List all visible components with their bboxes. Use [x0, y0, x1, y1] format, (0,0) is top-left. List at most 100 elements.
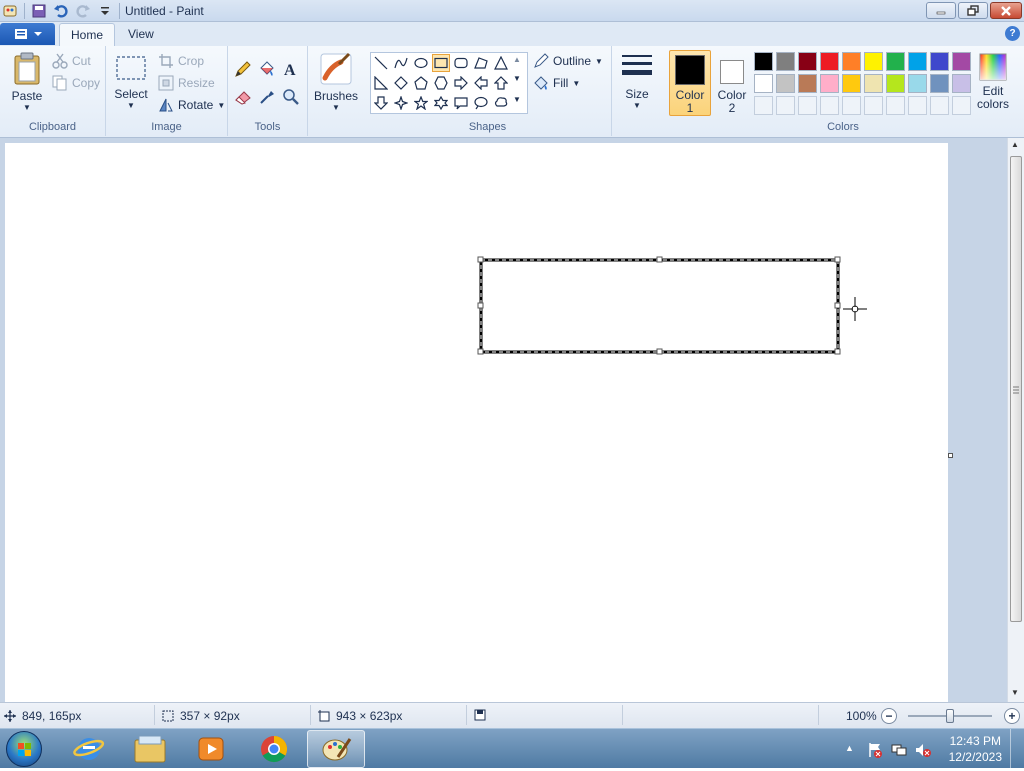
resize-handle[interactable]	[834, 348, 841, 355]
color1-button[interactable]: Color 1	[669, 50, 711, 116]
show-hidden-icons[interactable]: ▲	[845, 743, 854, 753]
taskbar-file-explorer[interactable]	[121, 730, 179, 768]
oval-callout-shape-icon[interactable]	[472, 94, 490, 112]
scroll-up-icon[interactable]: ▲	[1011, 140, 1019, 149]
drawing-canvas[interactable]	[5, 143, 948, 702]
zoom-slider-thumb[interactable]	[946, 709, 954, 723]
zoom-in-button[interactable]: +	[1004, 708, 1020, 724]
restore-button[interactable]	[958, 2, 988, 19]
resize-handle[interactable]	[477, 348, 484, 355]
customize-qat-icon[interactable]	[97, 3, 113, 19]
shapes-scroll-up-icon[interactable]: ▲	[513, 55, 521, 64]
palette-color-swatch[interactable]	[842, 96, 861, 115]
drawn-rectangle[interactable]	[479, 258, 840, 354]
palette-color-swatch[interactable]	[930, 52, 949, 71]
palette-color-swatch[interactable]	[754, 52, 773, 71]
palette-color-swatch[interactable]	[886, 74, 905, 93]
fill-button[interactable]: Fill ▼	[533, 75, 580, 91]
palette-color-swatch[interactable]	[820, 74, 839, 93]
paste-button[interactable]: Paste ▼	[8, 52, 46, 112]
cloud-callout-shape-icon[interactable]	[492, 94, 510, 112]
palette-color-swatch[interactable]	[776, 74, 795, 93]
resize-handle[interactable]	[834, 302, 841, 309]
network-icon[interactable]	[890, 741, 908, 759]
palette-color-swatch[interactable]	[842, 74, 861, 93]
palette-color-swatch[interactable]	[886, 96, 905, 115]
resize-button[interactable]: Resize	[158, 75, 215, 91]
taskbar-media-player[interactable]	[182, 730, 240, 768]
palette-color-swatch[interactable]	[754, 74, 773, 93]
crop-button[interactable]: Crop	[158, 53, 204, 69]
canvas-resize-handle[interactable]	[948, 453, 953, 458]
resize-handle[interactable]	[477, 302, 484, 309]
resize-handle[interactable]	[656, 256, 663, 263]
palette-color-swatch[interactable]	[930, 96, 949, 115]
palette-color-swatch[interactable]	[886, 52, 905, 71]
eraser-icon[interactable]	[233, 87, 253, 107]
palette-color-swatch[interactable]	[952, 96, 971, 115]
rectangular-callout-shape-icon[interactable]	[452, 94, 470, 112]
color2-button[interactable]: Color 2	[713, 50, 751, 116]
pentagon-shape-icon[interactable]	[412, 74, 430, 92]
four-point-star-shape-icon[interactable]	[392, 94, 410, 112]
palette-color-swatch[interactable]	[776, 52, 795, 71]
minimize-button[interactable]	[926, 2, 956, 19]
down-arrow-shape-icon[interactable]	[372, 94, 390, 112]
palette-color-swatch[interactable]	[864, 74, 883, 93]
paint-app-icon[interactable]	[2, 3, 18, 19]
palette-color-swatch[interactable]	[908, 74, 927, 93]
pencil-icon[interactable]	[233, 59, 253, 79]
resize-handle[interactable]	[656, 348, 663, 355]
shapes-scroll-down-icon[interactable]: ▼	[513, 74, 521, 83]
taskbar-paint[interactable]	[307, 730, 365, 768]
palette-color-swatch[interactable]	[798, 74, 817, 93]
outline-button[interactable]: Outline ▼	[533, 53, 603, 69]
scroll-down-icon[interactable]: ▼	[1011, 688, 1019, 697]
help-icon[interactable]: ?	[1005, 26, 1020, 41]
six-point-star-shape-icon[interactable]	[432, 94, 450, 112]
triangle-shape-icon[interactable]	[492, 54, 510, 72]
color-picker-icon[interactable]	[257, 87, 277, 107]
show-desktop-button[interactable]	[1010, 729, 1024, 769]
paint-menu-button[interactable]	[0, 23, 55, 45]
brushes-button[interactable]: Brushes ▼	[313, 52, 359, 112]
volume-muted-icon[interactable]	[914, 741, 932, 759]
scrollbar-thumb[interactable]	[1010, 156, 1022, 622]
up-arrow-shape-icon[interactable]	[492, 74, 510, 92]
palette-color-swatch[interactable]	[864, 52, 883, 71]
shapes-more-icon[interactable]: ▼	[513, 95, 521, 104]
taskbar-chrome[interactable]	[245, 730, 303, 768]
palette-color-swatch[interactable]	[930, 74, 949, 93]
five-point-star-shape-icon[interactable]	[412, 94, 430, 112]
close-button[interactable]	[990, 2, 1022, 19]
left-arrow-shape-icon[interactable]	[472, 74, 490, 92]
resize-handle[interactable]	[834, 256, 841, 263]
diamond-shape-icon[interactable]	[392, 74, 410, 92]
rotate-button[interactable]: Rotate ▼	[158, 97, 225, 113]
right-arrow-shape-icon[interactable]	[452, 74, 470, 92]
right-triangle-shape-icon[interactable]	[372, 74, 390, 92]
rectangle-shape-icon[interactable]	[432, 54, 450, 72]
zoom-out-button[interactable]: −	[881, 708, 897, 724]
palette-color-swatch[interactable]	[820, 52, 839, 71]
size-button[interactable]: Size ▼	[618, 52, 656, 110]
copy-button[interactable]: Copy	[52, 75, 100, 91]
palette-color-swatch[interactable]	[908, 96, 927, 115]
edit-colors-button[interactable]: Edit colors	[975, 52, 1011, 116]
magnifier-icon[interactable]	[281, 87, 301, 107]
start-button[interactable]	[6, 731, 42, 767]
redo-icon[interactable]	[75, 3, 91, 19]
rounded-rectangle-shape-icon[interactable]	[452, 54, 470, 72]
cut-button[interactable]: Cut	[52, 53, 91, 69]
hexagon-shape-icon[interactable]	[432, 74, 450, 92]
select-button[interactable]: Select ▼	[114, 54, 148, 110]
save-icon[interactable]	[31, 3, 47, 19]
line-shape-icon[interactable]	[372, 54, 390, 72]
palette-color-swatch[interactable]	[798, 52, 817, 71]
undo-icon[interactable]	[53, 3, 69, 19]
system-clock[interactable]: 12:43 PM 12/2/2023	[949, 733, 1002, 765]
palette-color-swatch[interactable]	[908, 52, 927, 71]
action-center-icon[interactable]	[866, 741, 884, 759]
palette-color-swatch[interactable]	[820, 96, 839, 115]
oval-shape-icon[interactable]	[412, 54, 430, 72]
